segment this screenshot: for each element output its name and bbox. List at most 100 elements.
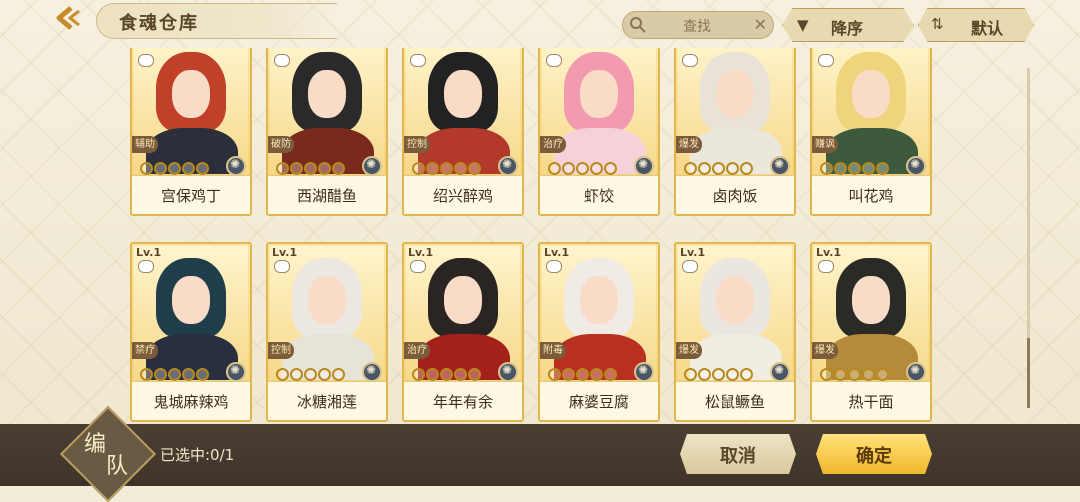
element-icon: [770, 156, 790, 176]
star-icon: [862, 162, 875, 175]
star-rating: [684, 368, 753, 382]
character-portrait: [678, 48, 792, 174]
star-rating: [548, 162, 617, 176]
character-name: 宫保鸡丁: [160, 186, 221, 205]
element-icon: [362, 156, 382, 176]
star-icon: [140, 368, 153, 381]
portrait-face: [852, 276, 890, 324]
character-card[interactable]: Lv.1 禁疗鬼城麻辣鸡: [130, 242, 252, 422]
star-rating: [140, 368, 209, 382]
level-label: Lv.1: [544, 246, 570, 259]
star-icon: [820, 162, 833, 175]
star-icon: [196, 368, 209, 381]
role-tag: 附毒: [540, 342, 566, 359]
role-tag: 爆发: [812, 342, 838, 359]
star-icon: [834, 368, 847, 381]
back-arrow-icon: [56, 6, 80, 30]
star-icon: [548, 368, 561, 381]
character-card[interactable]: 破防西湖醋鱼: [266, 48, 388, 216]
top-bar: 食魂仓库 查找 ✕ ▼ 降序 ⇅ 默认: [0, 0, 1080, 48]
star-icon: [848, 368, 861, 381]
element-icon: [226, 362, 246, 382]
name-plate: 麻婆豆腐: [540, 381, 658, 420]
scrollbar[interactable]: [1027, 68, 1030, 408]
star-icon: [684, 162, 697, 175]
search-icon: [630, 17, 646, 33]
character-portrait: [406, 48, 520, 174]
favor-icon: [138, 54, 154, 67]
star-icon: [698, 368, 711, 381]
team-label-top: 编: [84, 432, 107, 457]
role-tag: 辅助: [132, 136, 158, 153]
star-icon: [834, 162, 847, 175]
star-icon: [332, 162, 345, 175]
character-card[interactable]: Lv.1 控制冰糖湘莲: [266, 242, 388, 422]
star-icon: [168, 368, 181, 381]
search-placeholder: 查找: [683, 19, 711, 35]
element-icon: [498, 156, 518, 176]
star-icon: [576, 368, 589, 381]
name-plate: 卤肉饭: [676, 175, 794, 214]
star-icon: [876, 162, 889, 175]
element-icon: [906, 156, 926, 176]
star-icon: [740, 368, 753, 381]
star-icon: [168, 162, 181, 175]
character-card[interactable]: 赚讽叫花鸡: [810, 48, 932, 216]
star-icon: [590, 368, 603, 381]
portrait-face: [444, 70, 482, 118]
star-icon: [276, 162, 289, 175]
role-tag: 破防: [268, 136, 294, 153]
favor-icon: [818, 54, 834, 67]
character-card[interactable]: 爆发卤肉饭: [674, 48, 796, 216]
name-plate: 年年有余: [404, 381, 522, 420]
character-name: 西湖醋鱼: [296, 186, 357, 205]
default-sort-button[interactable]: ⇅ 默认: [918, 8, 1034, 42]
star-icon: [562, 162, 575, 175]
star-icon: [304, 368, 317, 381]
character-card[interactable]: Lv.1 爆发热干面: [810, 242, 932, 422]
star-icon: [562, 368, 575, 381]
star-icon: [318, 368, 331, 381]
character-grid: 辅助宫保鸡丁破防西湖醋鱼控制绍兴醉鸡治疗虾饺爆发卤肉饭赚讽叫花鸡Lv.1禁疗鬼城…: [130, 48, 940, 428]
character-card[interactable]: 治疗虾饺: [538, 48, 660, 216]
star-icon: [726, 162, 739, 175]
star-icon: [468, 368, 481, 381]
sort-order-button[interactable]: ▼ 降序: [782, 8, 914, 42]
clear-icon[interactable]: ✕: [754, 15, 767, 34]
name-plate: 绍兴醉鸡: [404, 175, 522, 214]
portrait-face: [580, 70, 618, 118]
character-card[interactable]: 控制绍兴醉鸡: [402, 48, 524, 216]
portrait-face: [852, 70, 890, 118]
character-name: 叫花鸡: [848, 186, 894, 205]
portrait-face: [716, 276, 754, 324]
character-name: 鬼城麻辣鸡: [153, 392, 229, 411]
character-card[interactable]: 辅助宫保鸡丁: [130, 48, 252, 216]
role-tag: 控制: [404, 136, 430, 153]
star-icon: [454, 368, 467, 381]
star-icon: [820, 368, 833, 381]
role-tag: 治疗: [404, 342, 430, 359]
confirm-button-label: 确定: [856, 446, 892, 467]
role-tag: 控制: [268, 342, 294, 359]
favor-icon: [682, 54, 698, 67]
star-icon: [604, 162, 617, 175]
confirm-button[interactable]: 确定: [816, 434, 932, 474]
level-label: Lv.1: [408, 246, 434, 259]
star-icon: [468, 162, 481, 175]
star-icon: [182, 162, 195, 175]
star-rating: [548, 368, 617, 382]
bottom-bar: 编 队 已选中:0/1 取消 确定: [0, 405, 1080, 502]
back-button[interactable]: [48, 4, 88, 32]
level-label: Lv.1: [816, 246, 842, 259]
scroll-thumb[interactable]: [1027, 338, 1030, 408]
name-plate: 叫花鸡: [812, 175, 930, 214]
cancel-button[interactable]: 取消: [680, 434, 796, 474]
character-card[interactable]: Lv.1 爆发松鼠鳜鱼: [674, 242, 796, 422]
character-card[interactable]: Lv.1 附毒麻婆豆腐: [538, 242, 660, 422]
portrait-face: [308, 70, 346, 118]
character-card[interactable]: Lv.1 治疗年年有余: [402, 242, 524, 422]
search-input[interactable]: 查找 ✕: [622, 11, 774, 39]
portrait-face: [172, 276, 210, 324]
character-name: 年年有余: [432, 392, 493, 411]
portrait-face: [172, 70, 210, 118]
